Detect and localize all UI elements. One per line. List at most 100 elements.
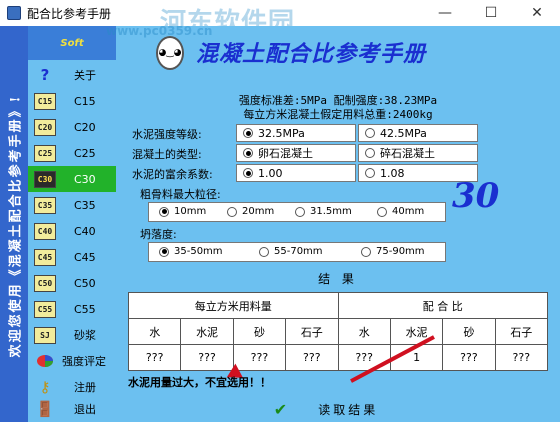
- sidebar-item-label: C15: [74, 94, 96, 108]
- option-label: 40mm: [392, 206, 425, 217]
- option-label: 20mm: [242, 206, 275, 217]
- c55-icon: C55: [34, 300, 56, 318]
- column-header: 水泥: [389, 318, 444, 345]
- slump-35-50-option[interactable]: 35-50mm: [153, 246, 223, 257]
- sidebar-item-c55[interactable]: C55 C55: [28, 296, 116, 322]
- c15-icon: C15: [34, 92, 56, 110]
- option-label: 1.08: [380, 166, 405, 180]
- column-header: 砂: [442, 318, 496, 345]
- c45-icon: C45: [34, 248, 56, 266]
- mortar-icon: SJ: [34, 326, 56, 344]
- radio-icon: [361, 246, 371, 257]
- table-cell: ???: [232, 344, 287, 371]
- banner-text: 欢迎您使用《混凝土配合比参考手册》!: [8, 94, 24, 358]
- aggregate-size-group: 10mm 20mm 31.5mm 40mm: [148, 202, 446, 222]
- radio-selected-icon: [159, 246, 169, 257]
- surplus-coefficient-label: 水泥的富余系数:: [132, 168, 213, 181]
- table-cell: ???: [494, 344, 549, 371]
- question-icon: ?: [40, 66, 50, 84]
- coefficient-1-00-option[interactable]: 1.00: [236, 164, 356, 182]
- sidebar-item-c25[interactable]: C25 C25: [28, 140, 116, 166]
- sidebar-item-label: 注册: [74, 381, 96, 394]
- table-cell: ???: [127, 344, 182, 371]
- sidebar-item-c50[interactable]: C50 C50: [28, 270, 116, 296]
- slump-75-90-option[interactable]: 75-90mm: [355, 246, 425, 257]
- table-cell: ???: [180, 344, 234, 371]
- column-header: 砂: [232, 318, 287, 345]
- cement-grade-32-5-option[interactable]: 32.5MPa: [236, 124, 356, 142]
- aggregate-20mm-option[interactable]: 20mm: [221, 206, 274, 217]
- results-title: 结 果: [318, 272, 358, 286]
- sidebar-item-label: C50: [74, 276, 96, 290]
- aggregate-size-label: 粗骨料最大粒径:: [140, 188, 221, 201]
- option-label: 碎石混凝土: [380, 147, 435, 160]
- sidebar-item-label: 强度评定: [62, 355, 106, 368]
- option-label: 35-50mm: [174, 246, 223, 257]
- minimize-button[interactable]: —: [422, 0, 468, 26]
- radio-selected-icon: [159, 206, 169, 217]
- slump-group: 35-50mm 55-70mm 75-90mm: [148, 242, 446, 262]
- crushed-stone-concrete-option[interactable]: 碎石混凝土: [358, 144, 478, 162]
- sidebar-item-c15[interactable]: C15 C15: [28, 88, 116, 114]
- maximize-button[interactable]: ☐: [468, 0, 514, 26]
- app-icon: [7, 6, 21, 20]
- sidebar-item-c30[interactable]: C30 C30: [28, 166, 116, 192]
- column-header: 水: [337, 318, 391, 345]
- slump-label: 坍落度:: [140, 228, 177, 241]
- radio-icon: [365, 168, 375, 178]
- concrete-type-label: 混凝土的类型:: [132, 148, 202, 161]
- radio-selected-icon: [243, 168, 253, 178]
- sidebar-item-label: 砂浆: [74, 329, 96, 342]
- option-label: 31.5mm: [310, 206, 352, 217]
- checkmark-icon: ✔: [273, 399, 291, 419]
- window-title: 配合比参考手册: [27, 6, 112, 21]
- sidebar-item-label: C35: [74, 198, 96, 212]
- aggregate-10mm-option[interactable]: 10mm: [153, 206, 206, 217]
- sidebar-item-about[interactable]: ? 关于: [28, 62, 116, 88]
- option-label: 1.00: [258, 166, 283, 180]
- radio-icon: [259, 246, 269, 257]
- sidebar-item-label: C30: [74, 172, 96, 186]
- aggregate-31-5mm-option[interactable]: 31.5mm: [289, 206, 352, 217]
- read-results-button[interactable]: ✔ 读取结果: [226, 398, 426, 420]
- sidebar-item-c40[interactable]: C40 C40: [28, 218, 116, 244]
- option-label: 32.5MPa: [258, 126, 305, 140]
- table-cell: ???: [285, 344, 339, 371]
- pie-chart-icon: [34, 352, 56, 370]
- cement-grade-label: 水泥强度等级:: [132, 128, 202, 141]
- key-icon: ⚷: [39, 378, 51, 396]
- option-label: 75-90mm: [376, 246, 425, 257]
- sidebar-item-label: 关于: [74, 69, 96, 82]
- sidebar-item-label: C55: [74, 302, 96, 316]
- pebble-concrete-option[interactable]: 卵石混凝土: [236, 144, 356, 162]
- mascot-icon: ◕‿◕: [156, 36, 184, 70]
- table-cell: ???: [442, 344, 496, 371]
- software-logo: Soft: [28, 26, 116, 60]
- close-button[interactable]: ✕: [514, 0, 560, 26]
- radio-icon: [377, 206, 387, 217]
- cement-grade-42-5-option[interactable]: 42.5MPa: [358, 124, 478, 142]
- table-row: ??? ??? ??? ??? ??? 1 ??? ???: [127, 344, 549, 371]
- sidebar-item-c45[interactable]: C45 C45: [28, 244, 116, 270]
- group-header-mix-ratio: 配 合 比: [337, 292, 548, 319]
- radio-icon: [227, 206, 237, 217]
- column-header: 水: [127, 318, 182, 345]
- c50-icon: C50: [34, 274, 56, 292]
- grade-display: 30: [452, 176, 500, 216]
- sidebar-item-strength-eval[interactable]: 强度评定: [28, 348, 116, 374]
- sidebar-item-mortar[interactable]: SJ 砂浆: [28, 322, 116, 348]
- sidebar-item-c35[interactable]: C35 C35: [28, 192, 116, 218]
- window-controls: — ☐ ✕: [422, 0, 560, 26]
- column-header: 水泥: [180, 318, 234, 345]
- sidebar-item-c20[interactable]: C20 C20: [28, 114, 116, 140]
- sidebar-item-exit[interactable]: 🚪 退出: [28, 396, 116, 422]
- radio-selected-icon: [243, 148, 253, 158]
- radio-icon: [295, 206, 305, 217]
- option-label: 10mm: [174, 206, 207, 217]
- slump-55-70-option[interactable]: 55-70mm: [253, 246, 323, 257]
- radio-selected-icon: [243, 128, 253, 138]
- option-label: 42.5MPa: [380, 126, 427, 140]
- c25-icon: C25: [34, 144, 56, 162]
- radio-icon: [365, 148, 375, 158]
- aggregate-40mm-option[interactable]: 40mm: [371, 206, 424, 217]
